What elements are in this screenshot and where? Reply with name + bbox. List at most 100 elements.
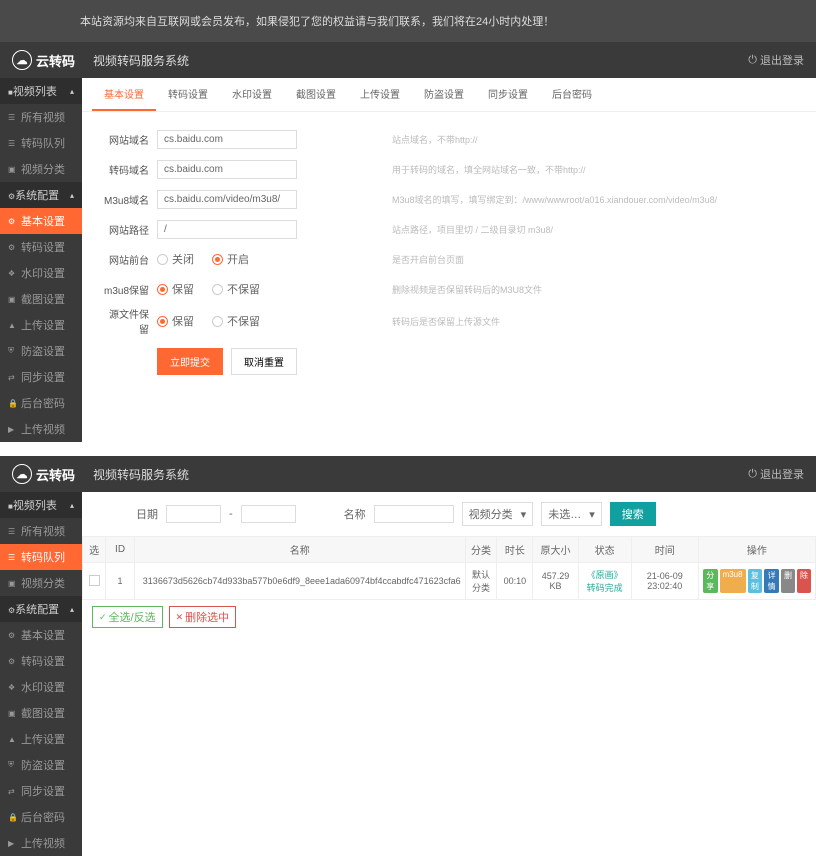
tab-watermark[interactable]: 水印设置 [220, 78, 284, 111]
sidebar-item-all-videos[interactable]: ☰所有视频 [0, 518, 82, 544]
folder-icon: ▣ [8, 579, 17, 588]
sidebar-item-category[interactable]: ▣视频分类 [0, 156, 82, 182]
sidebar-item-queue[interactable]: ☰转码队列 [0, 130, 82, 156]
chevron-up-icon: ▴ [70, 87, 74, 96]
op-share[interactable]: 分享 [703, 569, 718, 593]
sidebar-item-antileech[interactable]: ⛨防盗设置 [0, 338, 82, 364]
select-all-button[interactable]: ✓全选/反选 [92, 606, 163, 628]
sidebar-item-screenshot[interactable]: ▣截图设置 [0, 700, 82, 726]
shield-icon: ⛨ [8, 760, 17, 770]
system-title: 视频转码服务系统 [93, 466, 189, 483]
sidebar-item-all-videos[interactable]: ☰所有视频 [0, 104, 82, 130]
sidebar-item-queue[interactable]: ☰转码队列 [0, 544, 82, 570]
m3u8-domain-input[interactable] [157, 190, 297, 209]
video-table: 选 ID 名称 分类 时长 原大小 状态 时间 操作 1 3136673d562… [82, 536, 816, 600]
tab-basic[interactable]: 基本设置 [92, 78, 156, 111]
search-button[interactable]: 搜索 [610, 502, 656, 526]
sidebar-item-upload-video[interactable]: ▶上传视频 [0, 830, 82, 856]
transcode-domain-input[interactable] [157, 160, 297, 179]
sidebar-item-sync[interactable]: ⇄同步设置 [0, 778, 82, 804]
upload-icon: ▲ [8, 321, 17, 330]
site-path-input[interactable] [157, 220, 297, 239]
sidebar-section-video[interactable]: ■视频列表▴ [0, 78, 82, 104]
power-icon: ⏻ [748, 468, 757, 481]
tab-antileech[interactable]: 防盗设置 [412, 78, 476, 111]
list-panel: ☁ 云转码 视频转码服务系统 ⏻退出登录 ■视频列表▴ ☰所有视频 ☰转码队列 … [0, 456, 816, 856]
date-from-input[interactable] [166, 505, 221, 523]
list-icon: ☰ [8, 527, 17, 536]
filter-toolbar: 日期 - 名称 视频分类▾ 未选…▾ 搜索 [82, 492, 816, 536]
sidebar-item-password[interactable]: 🔒后台密码 [0, 804, 82, 830]
delete-selected-button[interactable]: ✕删除选中 [169, 606, 237, 628]
upload-icon: ▲ [8, 735, 17, 744]
radio-source-keep[interactable]: 保留 [157, 313, 194, 329]
label-source-keep: 源文件保留 [102, 306, 157, 336]
date-to-input[interactable] [241, 505, 296, 523]
tab-transcode[interactable]: 转码设置 [156, 78, 220, 111]
sidebar-item-antileech[interactable]: ⛨防盗设置 [0, 752, 82, 778]
main-content: 日期 - 名称 视频分类▾ 未选…▾ 搜索 选 ID 名称 分类 时长 原大小 … [82, 492, 816, 856]
tab-screenshot[interactable]: 截图设置 [284, 78, 348, 111]
list-icon: ☰ [8, 113, 17, 122]
date-label: 日期 [136, 506, 158, 522]
tag-icon: ❖ [8, 269, 17, 278]
sidebar-item-upload[interactable]: ▲上传设置 [0, 726, 82, 752]
op-del1[interactable]: 删 [781, 569, 795, 593]
tab-sync[interactable]: 同步设置 [476, 78, 540, 111]
sidebar-item-transcode[interactable]: ⚙转码设置 [0, 234, 82, 260]
tab-password[interactable]: 后台密码 [540, 78, 604, 111]
lock-icon: 🔒 [8, 399, 17, 408]
sidebar-item-sync[interactable]: ⇄同步设置 [0, 364, 82, 390]
logout-link[interactable]: ⏻退出登录 [748, 466, 804, 482]
op-copy[interactable]: 复制 [748, 569, 763, 593]
chevron-up-icon: ▴ [70, 191, 74, 200]
main-content: 基本设置 转码设置 水印设置 截图设置 上传设置 防盗设置 同步设置 后台密码 … [82, 78, 816, 442]
sidebar-item-upload-video[interactable]: ▶上传视频 [0, 416, 82, 442]
sidebar-item-transcode[interactable]: ⚙转码设置 [0, 648, 82, 674]
th-size: 原大小 [533, 537, 578, 563]
sidebar-item-basic[interactable]: ⚙基本设置 [0, 208, 82, 234]
radio-frontend-on[interactable]: 开启 [212, 251, 249, 267]
op-m3u8[interactable]: m3u8 [720, 569, 746, 593]
sidebar-item-watermark[interactable]: ❖水印设置 [0, 260, 82, 286]
tabs: 基本设置 转码设置 水印设置 截图设置 上传设置 防盗设置 同步设置 后台密码 [82, 78, 816, 112]
system-title: 视频转码服务系统 [93, 52, 189, 69]
cell-time: 21-06-09 23:02:40 [631, 563, 698, 600]
row-checkbox[interactable] [89, 575, 100, 586]
category-select[interactable]: 视频分类▾ [462, 502, 534, 526]
label-frontend: 网站前台 [102, 252, 157, 267]
sidebar-section-video[interactable]: ■视频列表▴ [0, 492, 82, 518]
radio-frontend-off[interactable]: 关闭 [157, 251, 194, 267]
op-detail[interactable]: 详情 [764, 569, 779, 593]
cloud-icon: ☁ [12, 50, 32, 70]
sidebar-section-config[interactable]: ⚙系统配置▴ [0, 596, 82, 622]
image-icon: ▣ [8, 709, 17, 718]
logout-link[interactable]: ⏻退出登录 [748, 52, 804, 68]
sidebar-item-screenshot[interactable]: ▣截图设置 [0, 286, 82, 312]
sidebar-item-watermark[interactable]: ❖水印设置 [0, 674, 82, 700]
sidebar-item-basic[interactable]: ⚙基本设置 [0, 622, 82, 648]
th-select: 选 [83, 537, 106, 563]
radio-m3u8-keep[interactable]: 保留 [157, 281, 194, 297]
sidebar: ■视频列表▴ ☰所有视频 ☰转码队列 ▣视频分类 ⚙系统配置▴ ⚙基本设置 ⚙转… [0, 78, 82, 442]
sidebar-item-password[interactable]: 🔒后台密码 [0, 390, 82, 416]
row-ops: 分享 m3u8 复制 详情 删 除 [703, 569, 811, 593]
tag-icon: ❖ [8, 683, 17, 692]
reset-button[interactable]: 取消重置 [231, 348, 297, 375]
th-ops: 操作 [698, 537, 815, 563]
radio-m3u8-nokeep[interactable]: 不保留 [212, 281, 260, 297]
radio-source-nokeep[interactable]: 不保留 [212, 313, 260, 329]
sidebar-item-category[interactable]: ▣视频分类 [0, 570, 82, 596]
sidebar-section-config[interactable]: ⚙系统配置▴ [0, 182, 82, 208]
site-domain-input[interactable] [157, 130, 297, 149]
submit-button[interactable]: 立即提交 [157, 348, 223, 375]
sidebar-item-upload[interactable]: ▲上传设置 [0, 312, 82, 338]
chevron-down-icon: ▾ [521, 508, 527, 521]
tab-upload[interactable]: 上传设置 [348, 78, 412, 111]
op-del2[interactable]: 除 [797, 569, 811, 593]
name-label: 名称 [344, 506, 366, 522]
name-input[interactable] [374, 505, 454, 523]
category-value-select[interactable]: 未选…▾ [541, 502, 602, 526]
chevron-up-icon: ▴ [70, 501, 74, 510]
image-icon: ▣ [8, 295, 17, 304]
